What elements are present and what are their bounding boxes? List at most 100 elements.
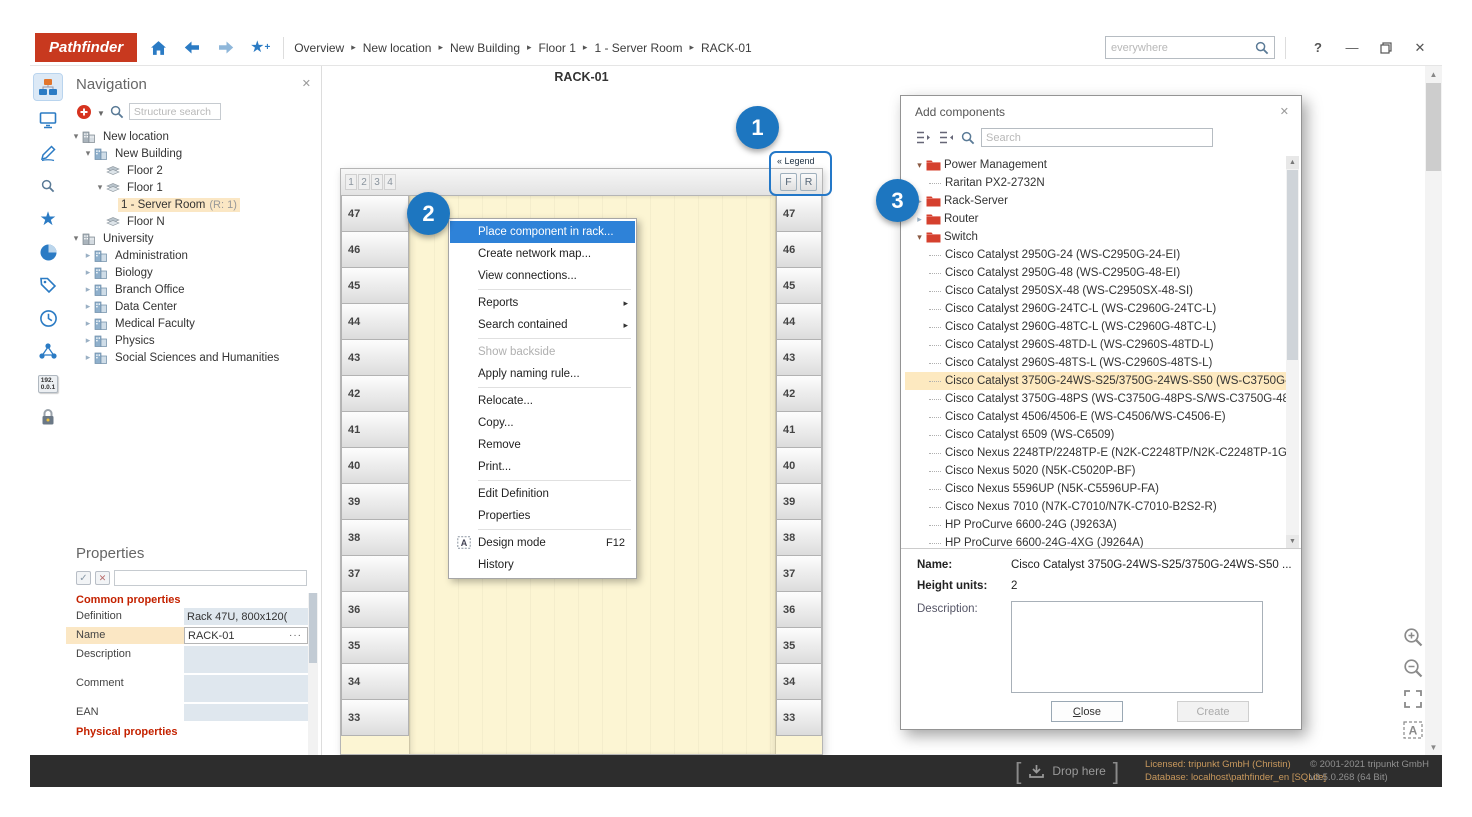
nav-tree-item-new-building[interactable]: ▾New Building (66, 145, 321, 162)
component-tree-item-hp-procurve-6600-24g-j9263a[interactable]: HP ProCurve 6600-24G (J9263A) (905, 516, 1286, 534)
close-button[interactable]: Close (1051, 701, 1123, 722)
zoom-out-icon[interactable] (1402, 657, 1424, 679)
home-icon[interactable] (145, 36, 171, 60)
rack-unit-39-left[interactable]: 39 (341, 483, 409, 520)
zoom-in-icon[interactable] (1402, 626, 1424, 648)
component-tree-item-cisco-nexus-2248tp-2248tp-e-n2k-c2248tp-[interactable]: Cisco Nexus 2248TP/2248TP-E (N2K-C2248TP… (905, 444, 1286, 462)
expand-expander-icon[interactable]: ▸ (82, 301, 94, 312)
breadcrumb-item[interactable]: Floor 1 (539, 41, 576, 55)
nav-tree-item-social-sciences-and-humanities[interactable]: ▸Social Sciences and Humanities (66, 349, 321, 366)
nav-tree-item-floor-1[interactable]: ▾Floor 1 (66, 179, 321, 196)
rack-front-button[interactable]: F (780, 173, 797, 191)
fit-view-icon[interactable] (1402, 688, 1424, 710)
expand-expander-icon[interactable]: ▸ (82, 318, 94, 329)
rack-unit-45-right[interactable]: 45 (776, 267, 822, 304)
component-tree-item-cisco-catalyst-2960s-48ts-l-ws-c2960s-48[interactable]: Cisco Catalyst 2960S-48TS-L (WS-C2960S-4… (905, 354, 1286, 372)
favorites-add-icon[interactable]: ★+ (247, 36, 273, 60)
rack-unit-43-right[interactable]: 43 (776, 339, 822, 376)
rack-unit-34-left[interactable]: 34 (341, 663, 409, 700)
search-icon[interactable] (1252, 36, 1272, 60)
menu-item-print[interactable]: Print... (450, 456, 635, 478)
collapse-all-icon[interactable] (938, 130, 955, 145)
nav-tree-item-medical-faculty[interactable]: ▸Medical Faculty (66, 315, 321, 332)
component-tree-item-rack-server[interactable]: ▸Rack-Server (905, 192, 1286, 210)
scrollbar-thumb[interactable] (309, 593, 317, 663)
nav-tree-item-data-center[interactable]: ▸Data Center (66, 298, 321, 315)
collapse-expander-icon[interactable]: ▾ (913, 160, 926, 171)
rack-unit-37-left[interactable]: 37 (341, 555, 409, 592)
global-search-input[interactable] (1111, 42, 1252, 54)
component-tree-item-cisco-nexus-7010-n7k-c7010-n7k-c7010-b2s[interactable]: Cisco Nexus 7010 (N7K-C7010/N7K-C7010-B2… (905, 498, 1286, 516)
component-tree-item-cisco-catalyst-2950g-48-ws-c2950g-48-ei[interactable]: Cisco Catalyst 2950G-48 (WS-C2950G-48-EI… (905, 264, 1286, 282)
maximize-button[interactable] (1374, 36, 1398, 60)
help-button[interactable]: ? (1306, 36, 1330, 60)
rack-unit-33-left[interactable]: 33 (341, 699, 409, 736)
component-tree-item-cisco-catalyst-2960g-24tc-l-ws-c2960g-24[interactable]: Cisco Catalyst 2960G-24TC-L (WS-C2960G-2… (905, 300, 1286, 318)
forward-icon[interactable] (213, 36, 239, 60)
component-tree-item-raritan-px2-2732n[interactable]: Raritan PX2-2732N (905, 174, 1286, 192)
topology-icon[interactable] (34, 338, 62, 364)
rack-unit-46-left[interactable]: 46 (341, 231, 409, 268)
nav-tree-item-1-server-room[interactable]: 1 - Server Room(R: 1) (66, 196, 321, 213)
menu-item-properties[interactable]: Properties (450, 505, 635, 527)
structure-icon[interactable] (34, 74, 62, 100)
rack-unit-38-right[interactable]: 38 (776, 519, 822, 556)
menu-item-edit-definition[interactable]: Edit Definition (450, 483, 635, 505)
component-tree-item-cisco-catalyst-2950sx-48-ws-c2950sx-48-s[interactable]: Cisco Catalyst 2950SX-48 (WS-C2950SX-48-… (905, 282, 1286, 300)
property-value[interactable]: Rack 47U, 800x120( (184, 608, 308, 625)
ip-address-icon[interactable]: 192.0.0.1 (34, 371, 62, 397)
tag-icon[interactable] (34, 272, 62, 298)
dashboard-icon[interactable] (34, 239, 62, 265)
rack-unit-46-right[interactable]: 46 (776, 231, 822, 268)
create-button[interactable]: Create (1177, 701, 1249, 722)
search-icon[interactable] (34, 173, 62, 199)
property-filter-input[interactable] (114, 570, 307, 586)
property-value[interactable] (184, 675, 308, 702)
menu-item-history[interactable]: History (450, 554, 635, 576)
component-tree-scrollbar[interactable]: ▲ ▼ (1286, 156, 1299, 548)
collapse-expander-icon[interactable]: ▾ (70, 131, 82, 142)
breadcrumb-item[interactable]: 1 - Server Room (594, 41, 682, 55)
rack-rear-button[interactable]: R (800, 173, 817, 191)
more-button[interactable]: ··· (287, 630, 304, 641)
expand-expander-icon[interactable]: ▸ (82, 250, 94, 261)
expand-expander-icon[interactable]: ▸ (82, 284, 94, 295)
component-tree-item-cisco-nexus-5020-n5k-c5020p-bf[interactable]: Cisco Nexus 5020 (N5K-C5020P-BF) (905, 462, 1286, 480)
rack-unit-47-right[interactable]: 47 (776, 195, 822, 232)
expand-all-icon[interactable] (915, 130, 932, 145)
scroll-down-icon[interactable]: ▼ (1286, 535, 1299, 548)
structure-search-input[interactable] (129, 103, 221, 120)
component-tree-item-cisco-catalyst-6509-ws-c6509[interactable]: Cisco Catalyst 6509 (WS-C6509) (905, 426, 1286, 444)
rack-unit-35-left[interactable]: 35 (341, 627, 409, 664)
add-node-button[interactable] (76, 104, 92, 120)
component-search-input[interactable] (981, 128, 1213, 147)
rack-unit-35-right[interactable]: 35 (776, 627, 822, 664)
breadcrumb-item[interactable]: New location (363, 41, 432, 55)
properties-scrollbar[interactable] (308, 593, 318, 755)
nav-tree-item-floor-2[interactable]: Floor 2 (66, 162, 321, 179)
property-value[interactable] (184, 646, 308, 673)
discard-changes-icon[interactable]: ✕ (95, 571, 110, 585)
expand-expander-icon[interactable]: ▸ (82, 352, 94, 363)
apply-changes-icon[interactable]: ✓ (76, 571, 91, 585)
rack-unit-41-left[interactable]: 41 (341, 411, 409, 448)
nav-tree-item-new-location[interactable]: ▾New location (66, 128, 321, 145)
scroll-up-icon[interactable]: ▲ (1425, 66, 1442, 82)
menu-item-copy[interactable]: Copy... (450, 412, 635, 434)
signature-icon[interactable] (34, 140, 62, 166)
rack-unit-36-left[interactable]: 36 (341, 591, 409, 628)
breadcrumb-item[interactable]: New Building (450, 41, 520, 55)
favorites-icon[interactable]: ★ (34, 206, 62, 232)
property-value[interactable]: RACK-01··· (184, 627, 308, 644)
component-tree-item-hp-procurve-6600-24g-4xg-j9264a[interactable]: HP ProCurve 6600-24G-4XG (J9264A) (905, 534, 1286, 548)
nav-tree-item-university[interactable]: ▾University (66, 230, 321, 247)
scroll-down-icon[interactable]: ▼ (1425, 739, 1442, 755)
expand-expander-icon[interactable]: ▸ (82, 335, 94, 346)
collapse-expander-icon[interactable]: ▾ (94, 182, 106, 193)
component-tree-item-switch[interactable]: ▾Switch (905, 228, 1286, 246)
component-tree-item-cisco-catalyst-2960g-48tc-l-ws-c2960g-48[interactable]: Cisco Catalyst 2960G-48TC-L (WS-C2960G-4… (905, 318, 1286, 336)
collapse-expander-icon[interactable]: ▾ (913, 232, 926, 243)
component-tree-item-cisco-catalyst-2950g-24-ws-c2950g-24-ei[interactable]: Cisco Catalyst 2950G-24 (WS-C2950G-24-EI… (905, 246, 1286, 264)
workplace-icon[interactable] (34, 107, 62, 133)
rack-unit-47-left[interactable]: 47 (341, 195, 409, 232)
